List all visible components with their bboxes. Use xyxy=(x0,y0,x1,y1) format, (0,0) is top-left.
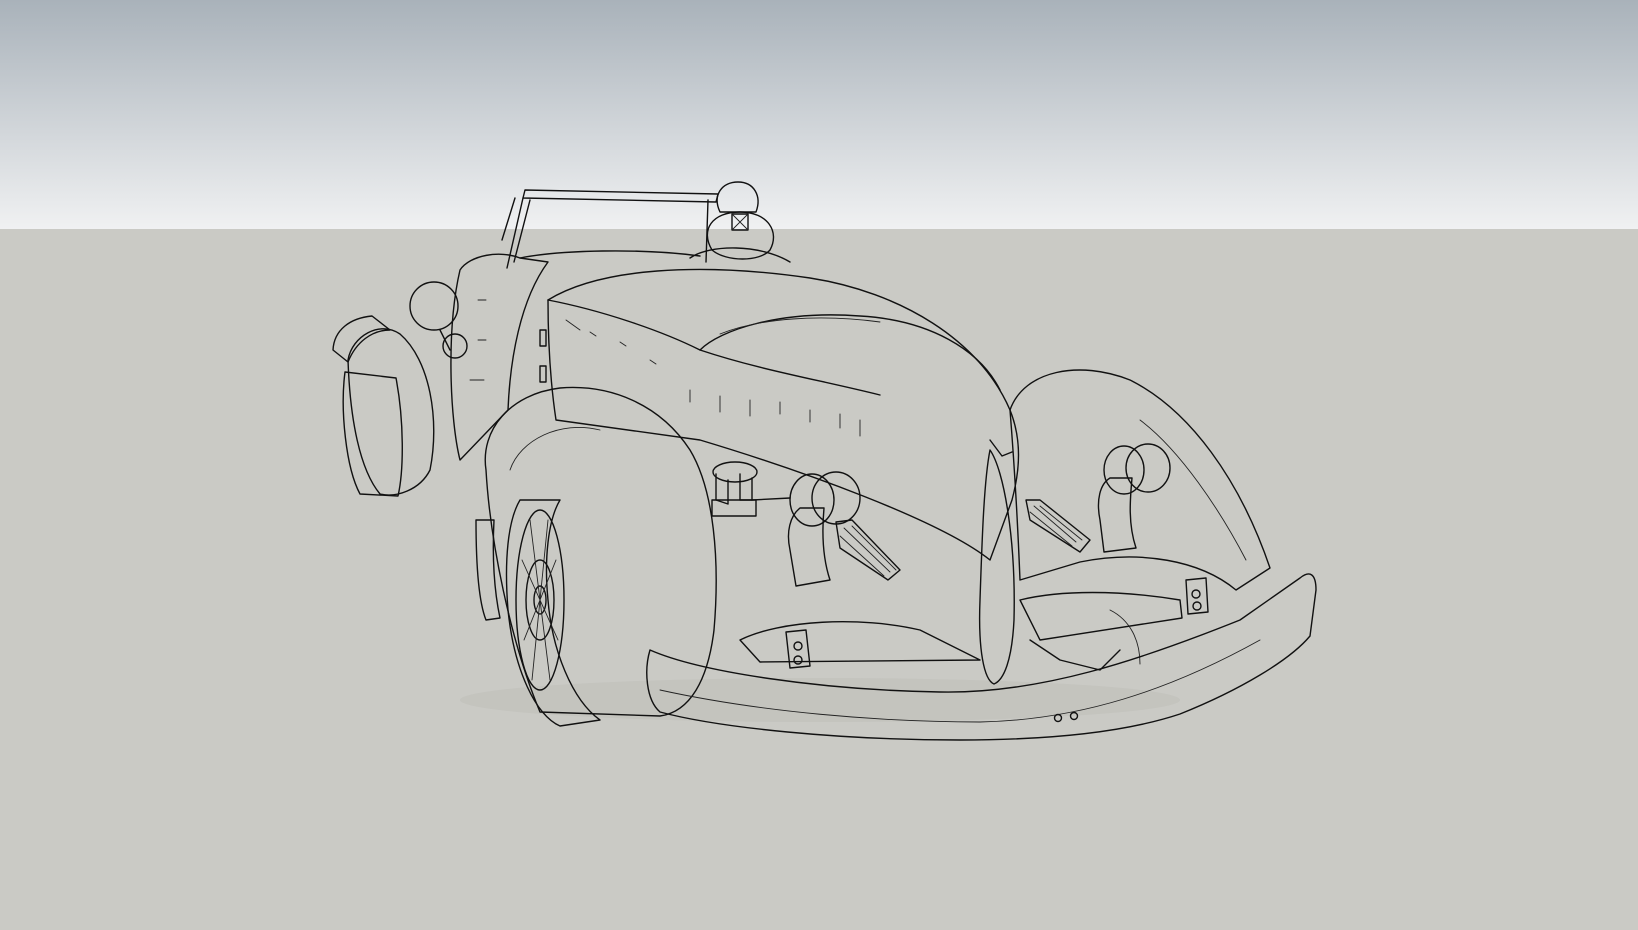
rear-left-wheel xyxy=(332,315,435,497)
left-hood-vent xyxy=(835,519,901,581)
3d-viewport[interactable] xyxy=(0,0,1638,930)
hood xyxy=(547,268,1020,561)
right-hood-vent xyxy=(1025,499,1091,553)
rear-body xyxy=(450,250,701,461)
windshield-frame xyxy=(501,189,719,269)
bumper-mount-right xyxy=(1185,577,1209,615)
front-right-fender xyxy=(1009,369,1271,591)
right-headlamp xyxy=(1097,443,1171,553)
car-model[interactable] xyxy=(0,0,1638,930)
side-lamp xyxy=(409,281,468,359)
grille xyxy=(978,439,1015,685)
radiator-cap xyxy=(711,461,758,517)
